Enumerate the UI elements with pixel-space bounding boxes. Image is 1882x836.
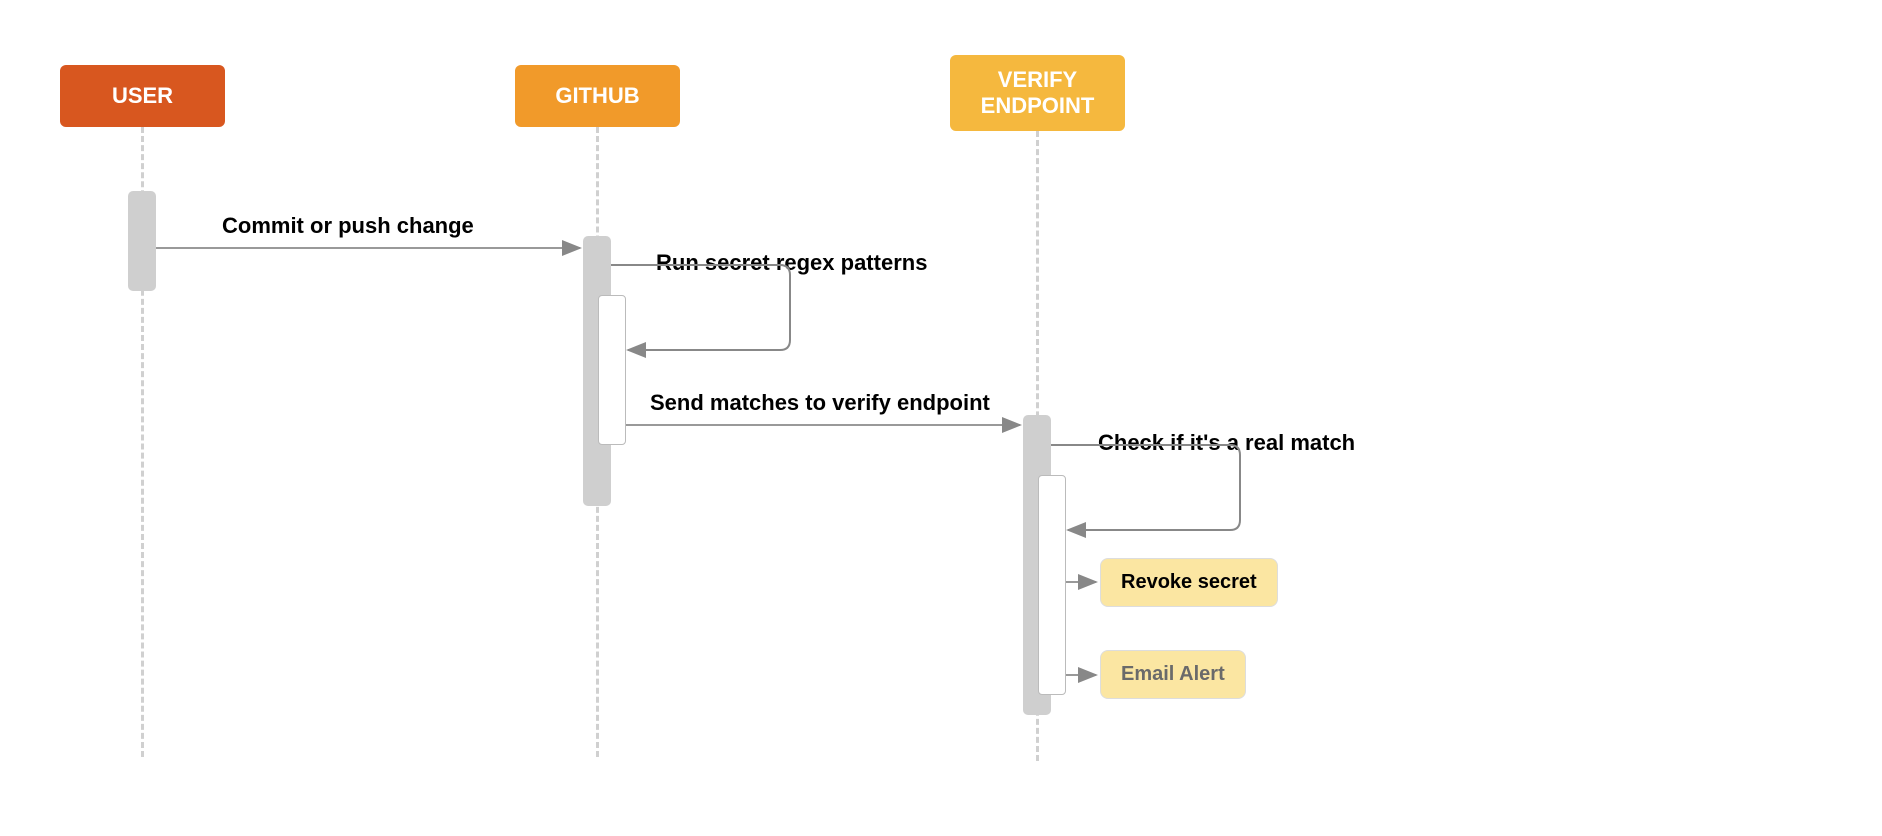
arrow-regex-loop — [611, 265, 790, 350]
message-commit: Commit or push change — [222, 213, 474, 239]
arrows-layer — [0, 0, 1882, 836]
message-regex: Run secret regex patterns — [656, 250, 927, 276]
activation-verify-inner — [1038, 475, 1066, 695]
participant-verify: VERIFY ENDPOINT — [950, 55, 1125, 131]
participant-user: USER — [60, 65, 225, 127]
participant-github: GITHUB — [515, 65, 680, 127]
activation-github-inner — [598, 295, 626, 445]
arrow-check-loop — [1051, 445, 1240, 530]
activation-user — [128, 191, 156, 291]
action-email: Email Alert — [1100, 650, 1246, 699]
action-revoke: Revoke secret — [1100, 558, 1278, 607]
message-check-match: Check if it's a real match — [1098, 430, 1355, 456]
message-send-verify: Send matches to verify endpoint — [650, 390, 990, 416]
